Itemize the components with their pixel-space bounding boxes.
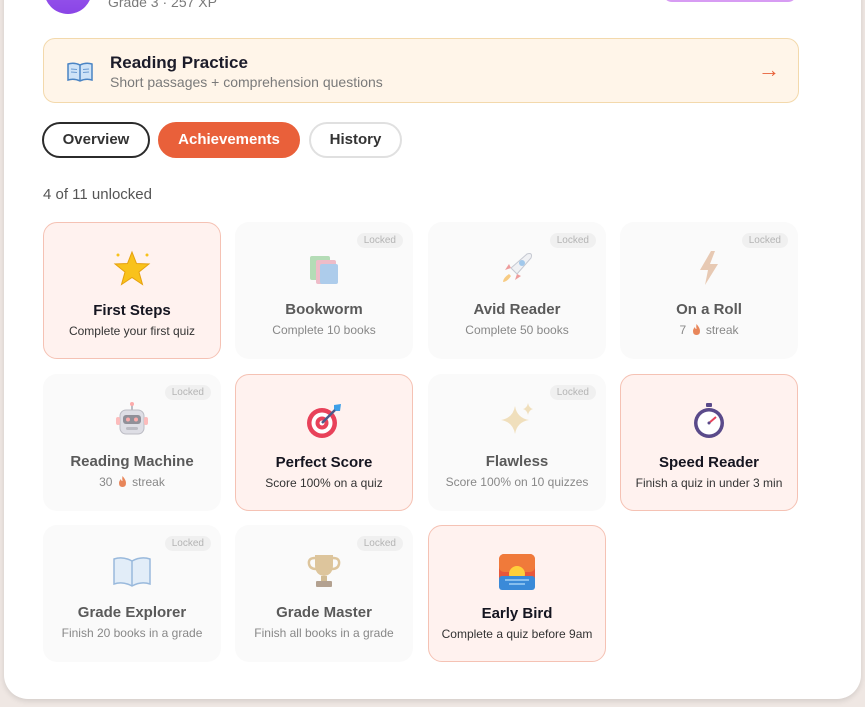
achievement-desc: 30 streak — [43, 475, 221, 489]
achievement-name: Reading Machine — [70, 453, 194, 470]
achievement-avid-reader[interactable]: Locked Avid Reader Complete 50 books — [428, 222, 606, 359]
achievement-desc: 7 streak — [620, 323, 798, 337]
unlock-count: 4 of 11 unlocked — [43, 186, 152, 203]
rocket-icon — [503, 253, 532, 282]
locked-badge: Locked — [356, 536, 403, 551]
achievement-early-bird[interactable]: Early Bird Complete a quiz before 9am — [428, 525, 606, 662]
practice-subtitle: Short passages + comprehension questions — [110, 74, 383, 90]
tab-overview[interactable]: Overview — [42, 122, 150, 158]
achievement-speed-reader[interactable]: Speed Reader Finish a quiz in under 3 mi… — [620, 374, 798, 511]
top-right-button[interactable] — [663, 0, 797, 2]
achievement-desc: Score 100% on a quiz — [265, 476, 383, 490]
locked-badge: Locked — [164, 536, 211, 551]
achievement-name: First Steps — [93, 302, 171, 319]
trophy-icon — [307, 555, 341, 587]
lightning-icon — [700, 251, 718, 285]
achievement-desc: Complete a quiz before 9am — [441, 627, 593, 641]
open-book-icon — [113, 557, 151, 587]
achievement-bookworm[interactable]: Locked Bookworm Complete 10 books — [235, 222, 413, 359]
books-icon — [310, 256, 338, 284]
flame-icon — [118, 476, 126, 487]
achievement-name: Speed Reader — [658, 454, 760, 471]
achievement-name: Perfect Score — [275, 454, 373, 471]
streak-label: streak — [132, 475, 165, 489]
achievement-desc: Finish 20 books in a grade — [61, 626, 203, 640]
achievement-name: Bookworm — [285, 301, 363, 318]
achievement-desc: Complete 50 books — [465, 323, 569, 337]
tab-history[interactable]: History — [309, 122, 402, 158]
glowing-star-icon — [113, 250, 151, 286]
locked-badge: Locked — [741, 233, 788, 248]
achievement-name: Grade Master — [276, 604, 372, 621]
locked-badge: Locked — [356, 233, 403, 248]
achievement-grade-master[interactable]: Locked Grade Master Finish all books in … — [235, 525, 413, 662]
streak-label: streak — [705, 323, 739, 337]
achievement-perfect-score[interactable]: Perfect Score Score 100% on a quiz — [235, 374, 413, 511]
achievement-first-steps[interactable]: First Steps Complete your first quiz — [43, 222, 221, 359]
arrow-right-icon[interactable]: → — [758, 57, 780, 83]
locked-badge: Locked — [549, 385, 596, 400]
reading-practice-card[interactable]: Reading Practice Short passages + compre… — [43, 38, 799, 103]
profile-subtitle: Grade 3 · 257 XP — [108, 0, 217, 10]
open-book-icon — [67, 62, 93, 82]
achievement-flawless[interactable]: Locked Flawless Score 100% on 10 quizzes — [428, 374, 606, 511]
achievement-grade-explorer[interactable]: Locked Grade Explorer Finish 20 books in… — [43, 525, 221, 662]
streak-count: 7 — [679, 323, 687, 337]
achievement-name: Early Bird — [481, 605, 553, 622]
achievement-name: Avid Reader — [473, 301, 561, 318]
achievement-desc: Finish a quiz in under 3 min — [635, 476, 783, 490]
achievement-desc: Complete your first quiz — [68, 324, 196, 338]
achievement-desc: Score 100% on 10 quizzes — [445, 475, 589, 489]
locked-badge: Locked — [549, 233, 596, 248]
streak-count: 30 — [99, 475, 113, 489]
robot-icon — [116, 402, 148, 435]
achievement-desc: Complete 10 books — [272, 323, 376, 337]
achievement-name: Flawless — [485, 453, 549, 470]
achievement-on-a-roll[interactable]: Locked On a Roll 7 streak — [620, 222, 798, 359]
achievement-desc: Finish all books in a grade — [254, 626, 394, 640]
sunrise-icon — [499, 554, 535, 590]
flame-icon — [692, 324, 700, 335]
achievement-name: Grade Explorer — [77, 604, 187, 621]
tab-achievements[interactable]: Achievements — [158, 122, 300, 158]
sparkles-icon — [501, 403, 533, 434]
locked-badge: Locked — [164, 385, 211, 400]
achievement-name: On a Roll — [676, 301, 742, 318]
achievement-reading-machine[interactable]: Locked Reading Machine 30 streak — [43, 374, 221, 511]
bullseye-icon — [307, 404, 341, 438]
stopwatch-icon — [694, 403, 724, 438]
practice-title: Reading Practice — [110, 53, 248, 72]
